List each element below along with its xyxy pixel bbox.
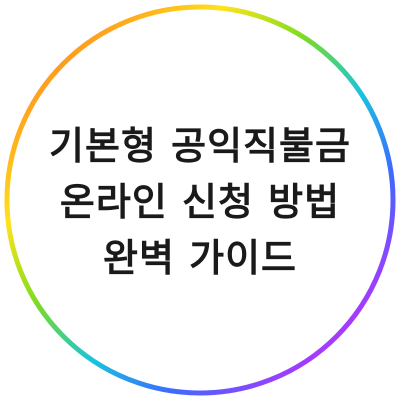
title-line-2: 온라인 신청 방법 xyxy=(59,180,341,224)
title-line-1: 기본형 공익직불금 xyxy=(49,124,351,168)
title-line-3: 완벽 가이드 xyxy=(102,236,298,280)
page-title: 기본형 공익직불금 온라인 신청 방법 완벽 가이드 xyxy=(20,118,380,286)
thumbnail-canvas: 기본형 공익직불금 온라인 신청 방법 완벽 가이드 xyxy=(0,0,400,400)
